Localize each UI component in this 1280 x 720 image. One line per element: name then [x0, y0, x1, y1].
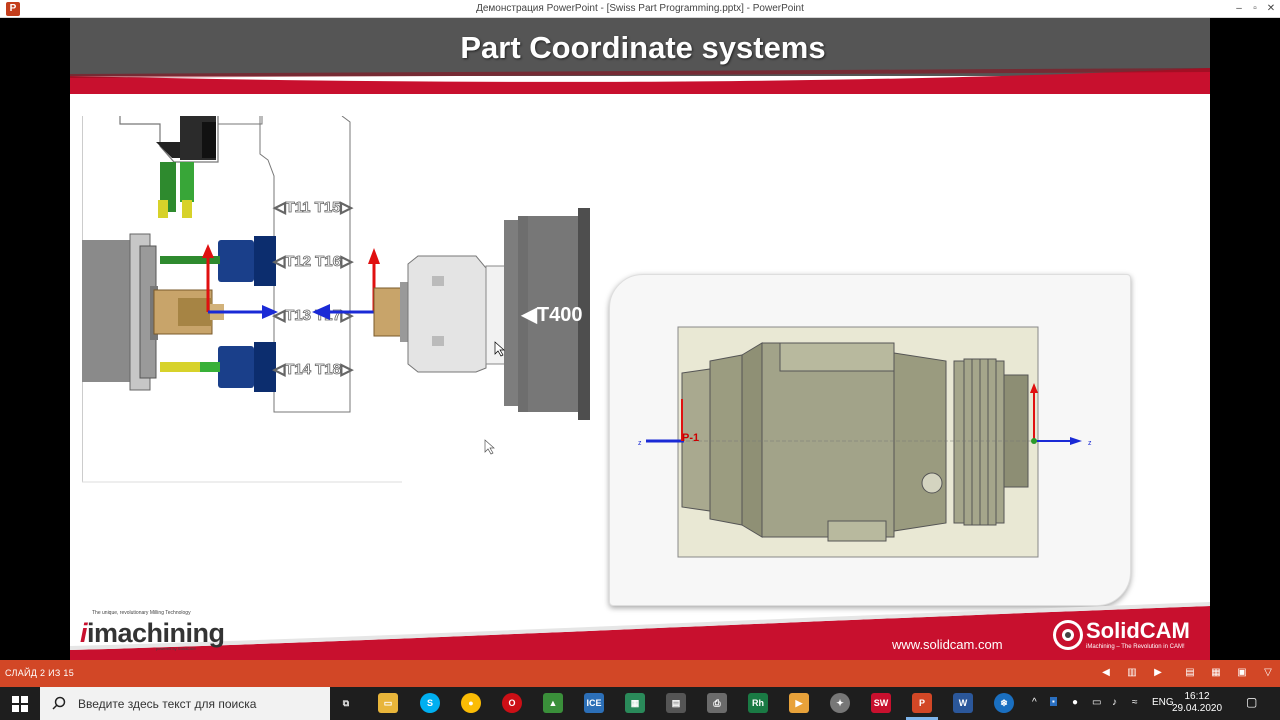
previous-slide-icon[interactable]: ◀ — [1100, 667, 1112, 679]
maximize-button[interactable]: ▫ — [1248, 2, 1262, 16]
language-indicator[interactable]: ENG — [1152, 697, 1174, 708]
imachining-logo: iimachining — [80, 618, 225, 648]
normal-view-icon[interactable]: ▤ — [1184, 667, 1196, 679]
slideshow-menu-icon[interactable]: ▽ — [1262, 667, 1274, 679]
slideshow-stage: Part Coordinate systems ◁T11 T15▷ ◁T12 T… — [0, 18, 1280, 660]
imachining-logo-text: imachining — [87, 618, 225, 648]
tool-label-t14-t18: ◁T14 T18▷ — [273, 361, 354, 378]
spindle-label-t400: ◀T400 — [521, 304, 583, 326]
coordinate-system-label: P-1 — [682, 432, 699, 444]
slideshow-statusbar: СЛАЙД 2 ИЗ 15 ◀ ▥ ▶ ▤ ▦ ▣ ▽ — [0, 660, 1280, 687]
next-slide-icon[interactable]: ▶ — [1152, 667, 1164, 679]
minimize-button[interactable]: – — [1232, 2, 1246, 16]
taskbar-clock[interactable]: 16:12 29.04.2020 — [1172, 691, 1222, 715]
notifications-icon[interactable]: ▢ — [1246, 695, 1257, 709]
machine-illustration: ◁T11 T15▷ ◁T12 T16▷ ◁T13 T17▷ ◁T14 T18▷ — [82, 116, 590, 483]
slide-counter: СЛАЙД 2 ИЗ 15 — [5, 668, 74, 678]
slide-title: Part Coordinate systems — [460, 30, 826, 65]
close-button[interactable]: ✕ — [1264, 2, 1278, 16]
window-titlebar: P Демонстрация PowerPoint - [Swiss Part … — [0, 0, 1280, 18]
slide-sorter-icon[interactable]: ▥ — [1126, 667, 1138, 679]
skype-icon[interactable]: S — [420, 693, 440, 713]
opera-icon[interactable]: O — [502, 693, 522, 713]
reading-view-icon[interactable]: ▣ — [1236, 667, 1248, 679]
file-explorer-icon[interactable]: ▭ — [378, 693, 398, 713]
powerpoint-taskbar-icon[interactable]: P — [912, 693, 932, 713]
search-icon — [52, 696, 66, 710]
chrome-icon[interactable]: ● — [461, 693, 481, 713]
windows-start-icon[interactable] — [12, 696, 28, 712]
solidcam-tagline: iMachining – The Revolution in CAM! — [1086, 644, 1185, 650]
clock-time: 16:12 — [1184, 691, 1210, 702]
tray-app-icon[interactable]: ▪ — [1050, 697, 1057, 706]
tool-label-t12-t16: ◁T12 T16▷ — [273, 253, 354, 270]
axis-label-left: z — [638, 440, 642, 447]
ice-app-icon[interactable]: ICE — [584, 693, 604, 713]
sheet-app-icon[interactable]: ▦ — [625, 693, 645, 713]
settings-app-icon[interactable]: ✦ — [830, 693, 850, 713]
solidworks-icon[interactable]: SW — [871, 693, 891, 713]
battery-icon[interactable]: ▭ — [1092, 697, 1101, 708]
tray-chevron-icon[interactable]: ^ — [1032, 697, 1037, 708]
search-placeholder: Введите здесь текст для поиска — [78, 697, 257, 711]
windows-taskbar: Введите здесь текст для поиска ⧉ ▭ S ● O… — [0, 687, 1280, 720]
image-viewer-icon[interactable]: ▲ — [543, 693, 563, 713]
footer-banner — [70, 602, 1210, 660]
footer-url: www.solidcam.com — [892, 637, 1003, 652]
calculator-icon[interactable]: ▤ — [666, 693, 686, 713]
rhino-icon[interactable]: Rh — [748, 693, 768, 713]
snowflake-app-icon[interactable]: ❄ — [994, 693, 1014, 713]
volume-icon[interactable]: ♪ — [1112, 697, 1117, 708]
tool-label-t13-t17: ◁T13 T17▷ — [273, 307, 354, 324]
task-view-icon[interactable]: ⧉ — [336, 693, 356, 713]
printer-app-icon[interactable]: ⎙ — [707, 693, 727, 713]
solidcam-logo-icon — [1053, 620, 1083, 650]
imachining-tagline: The unique, revolutionary Milling Techno… — [92, 610, 191, 616]
clock-date: 29.04.2020 — [1172, 703, 1223, 714]
taskbar-search-box[interactable]: Введите здесь текст для поиска — [40, 687, 330, 720]
axis-label-right: z — [1088, 440, 1092, 447]
solidcam-brand: SolidCAM — [1086, 618, 1190, 643]
tool-label-t11-t15: ◁T11 T15▷ — [273, 199, 354, 216]
wifi-icon[interactable]: ≈ — [1132, 697, 1138, 708]
grid-view-icon[interactable]: ▦ — [1210, 667, 1222, 679]
media-player-icon[interactable]: ▶ — [789, 693, 809, 713]
word-icon[interactable]: W — [953, 693, 973, 713]
microphone-icon[interactable]: ● — [1072, 697, 1078, 708]
imachining-sub: powered by SolidCAM — [156, 646, 196, 651]
part-model-view: z P-1 z — [638, 326, 1092, 558]
window-title: Демонстрация PowerPoint - [Swiss Part Pr… — [476, 3, 804, 14]
part-model-panel: z P-1 z — [609, 274, 1131, 606]
slide: Part Coordinate systems ◁T11 T15▷ ◁T12 T… — [70, 18, 1210, 660]
